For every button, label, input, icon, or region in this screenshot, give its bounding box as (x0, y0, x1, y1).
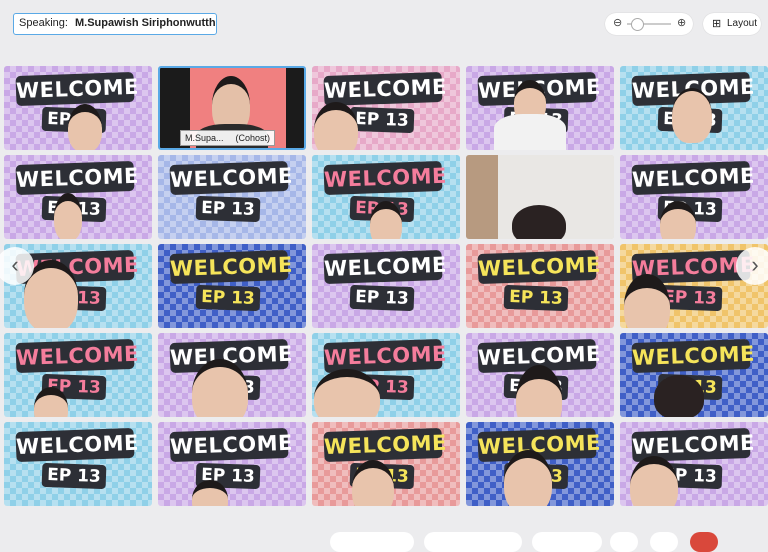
video-tile[interactable]: WELCOME EP 13 (620, 66, 768, 150)
grid-icon: ⊞ (712, 18, 722, 30)
layout-button[interactable]: ⊞ Layout (703, 13, 761, 35)
welcome-banner: WELCOME (15, 160, 139, 196)
welcome-banner: WELCOME (15, 338, 139, 374)
welcome-banner: WELCOME (169, 249, 293, 285)
participant-head (654, 375, 704, 417)
video-tile[interactable]: WELCOME EP 13 (4, 155, 152, 239)
episode-banner: EP 13 (41, 462, 107, 490)
video-tile[interactable]: WELCOME EP 13 (466, 422, 614, 506)
participant-head (512, 205, 566, 239)
video-tile[interactable]: WELCOME EP 13 (466, 244, 614, 328)
zoom-in-icon[interactable]: ⊕ (677, 16, 686, 29)
active-speaker-indicator: Speaking: M.Supawish Siriphonwutthi... (13, 13, 217, 35)
video-tile[interactable]: WELCOME EP 13 (312, 422, 460, 506)
chevron-right-icon: › (751, 252, 759, 277)
video-tile[interactable]: WELCOME EP 13 (158, 422, 306, 506)
participant-face (672, 88, 712, 143)
participant-face (370, 201, 402, 239)
layout-button-label: Layout (727, 18, 758, 29)
video-tile[interactable]: WELCOME EP 13 (312, 244, 460, 328)
toolbar-button[interactable] (424, 532, 522, 552)
welcome-banner: WELCOME (323, 338, 447, 374)
cohost-badge: (Cohost) (235, 133, 271, 143)
welcome-banner: WELCOME (631, 338, 755, 374)
video-tile[interactable]: WELCOME EP 13 (4, 333, 152, 417)
toolbar-button[interactable] (650, 532, 678, 552)
toolbar-button[interactable] (532, 532, 602, 552)
participant-name-tag: M.Supa... (Cohost) (180, 130, 276, 146)
video-tile[interactable]: WELCOME EP 13 (466, 333, 614, 417)
welcome-banner: WELCOME (169, 160, 293, 196)
video-tile[interactable]: WELCOME EP 13 (312, 66, 460, 150)
chevron-left-icon: ‹ (11, 252, 19, 277)
participant-face (504, 450, 552, 506)
episode-banner: EP 13 (349, 284, 415, 312)
video-tile-cohost[interactable]: M.Supa... (Cohost) (158, 66, 306, 150)
welcome-banner: WELCOME (323, 249, 447, 285)
participant-name: M.Supa... (185, 133, 224, 143)
participant-face (68, 104, 102, 150)
episode-banner: EP 13 (349, 106, 415, 134)
welcome-banner: WELCOME (323, 427, 447, 463)
participant-face (516, 365, 562, 417)
participant-face (54, 193, 82, 239)
welcome-banner: WELCOME (477, 249, 601, 285)
zoom-control[interactable]: ⊖ ⊕ (605, 13, 693, 35)
video-tile[interactable] (466, 155, 614, 239)
episode-banner: EP 13 (195, 195, 261, 223)
video-tile[interactable]: WELCOME EP 13 (4, 66, 152, 150)
episode-banner: EP 13 (503, 284, 569, 312)
top-bar: Speaking: M.Supawish Siriphonwutthi... ⊖… (0, 0, 768, 52)
video-tile[interactable]: WELCOME EP 13 (312, 155, 460, 239)
video-tile[interactable]: WELCOME EP 13 (466, 66, 614, 150)
video-tile[interactable]: WELCOME EP 13 (620, 155, 768, 239)
participant-face (314, 102, 358, 150)
welcome-banner: WELCOME (323, 71, 447, 107)
zoom-slider-handle[interactable] (631, 18, 644, 31)
video-tile[interactable]: WELCOME EP 13 (620, 422, 768, 506)
video-tile[interactable]: WELCOME EP 13 (158, 244, 306, 328)
video-tile[interactable]: WELCOME EP 13 (4, 422, 152, 506)
speaker-name: M.Supawish Siriphonwutthi... (75, 17, 217, 29)
speaking-label: Speaking: (19, 17, 68, 29)
video-tile[interactable]: WELCOME EP 13 (158, 333, 306, 417)
video-tile[interactable]: WELCOME EP 13 (620, 333, 768, 417)
participant-face (660, 201, 696, 239)
welcome-banner: WELCOME (169, 427, 293, 463)
episode-banner: EP 13 (195, 284, 261, 312)
welcome-banner: WELCOME (15, 71, 139, 107)
toolbar-button[interactable] (610, 532, 638, 552)
welcome-banner: WELCOME (323, 160, 447, 196)
welcome-banner: WELCOME (631, 160, 755, 196)
end-call-button[interactable] (690, 532, 718, 552)
participant-body (494, 114, 566, 150)
welcome-banner: WELCOME (15, 427, 139, 463)
room-door (466, 155, 498, 239)
zoom-out-icon[interactable]: ⊖ (613, 16, 622, 29)
video-tile[interactable]: WELCOME EP 13 (312, 333, 460, 417)
video-tile[interactable]: WELCOME EP 13 (158, 155, 306, 239)
next-page-button[interactable]: › (736, 247, 768, 285)
toolbar-button[interactable] (330, 532, 414, 552)
